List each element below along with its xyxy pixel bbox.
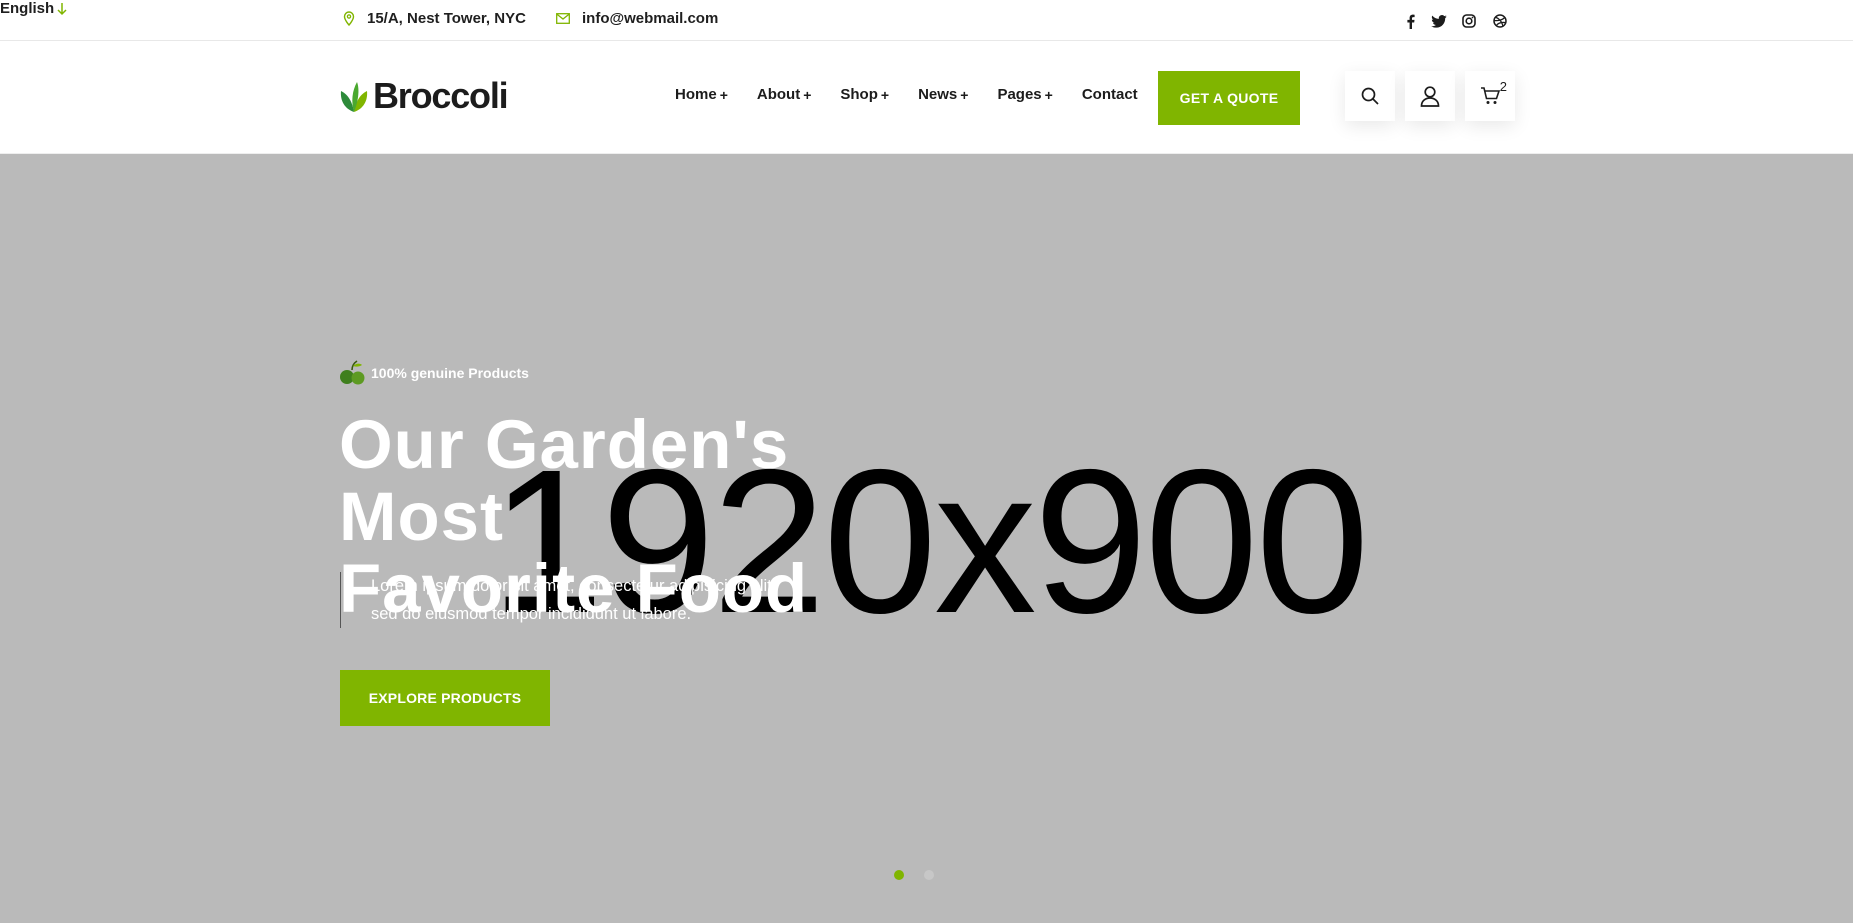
instagram-icon[interactable] <box>1460 12 1478 30</box>
nav-label: Home <box>675 86 717 103</box>
hero-desc-line-2: sed do eiusmod tempor incididunt ut labo… <box>371 605 692 623</box>
arrow-down-icon <box>57 2 67 15</box>
slider-pagination <box>894 870 954 880</box>
mail-icon <box>556 13 570 24</box>
hero-desc-line-1: Lorem ipsum dolor sit amet, consectetur … <box>371 577 777 595</box>
address-info: 15/A, Nest Tower, NYC <box>343 10 526 27</box>
fruit-icon <box>340 360 365 385</box>
nav-item-contact[interactable]: Contact <box>1082 86 1138 103</box>
nav-item-pages[interactable]: Pages + <box>997 86 1052 103</box>
nav-item-news[interactable]: News + <box>918 86 968 103</box>
nav-item-shop[interactable]: Shop + <box>840 86 889 103</box>
search-button[interactable] <box>1345 71 1395 121</box>
nav-item-about[interactable]: About + <box>757 86 812 103</box>
get-a-quote-button[interactable]: GET A QUOTE <box>1158 71 1300 125</box>
nav-label: Contact <box>1081 86 1138 103</box>
cart-icon <box>1481 87 1500 104</box>
slider-dot-1[interactable] <box>894 870 904 880</box>
nav-label: News <box>918 86 958 103</box>
twitter-icon[interactable] <box>1430 12 1448 30</box>
dribbble-icon[interactable] <box>1491 12 1509 30</box>
top-bar: 15/A, Nest Tower, NYC info@webmail.com E… <box>0 0 1853 41</box>
plus-icon: + <box>960 86 969 103</box>
email-text[interactable]: info@webmail.com <box>582 10 718 27</box>
hero-slider: 1920x900 100% genuine Products Our Garde… <box>0 154 1853 923</box>
cart-button[interactable]: 2 <box>1465 71 1515 121</box>
plus-icon: + <box>880 86 890 103</box>
email-info[interactable]: info@webmail.com <box>556 10 718 27</box>
location-pin-icon <box>343 11 355 26</box>
nav-label: Shop <box>840 86 878 103</box>
address-text: 15/A, Nest Tower, NYC <box>367 10 526 27</box>
nav-item-home[interactable]: Home + <box>675 86 728 103</box>
account-button[interactable] <box>1405 71 1455 121</box>
language-selector[interactable]: English <box>0 0 1853 17</box>
logo[interactable]: Broccoli <box>339 75 509 116</box>
main-nav: Home + About + Shop + News + Pages + Contact <box>675 86 1167 103</box>
search-icon <box>1361 87 1379 105</box>
nav-label: About <box>756 86 801 103</box>
logo-text: Broccoli <box>373 75 509 116</box>
slider-dot-2[interactable] <box>924 870 934 880</box>
leaf-logo-icon <box>340 82 368 112</box>
hero-tag-text: 100% genuine Products <box>371 365 529 381</box>
hero-description: Lorem ipsum dolor sit amet, consectetur … <box>340 572 820 628</box>
plus-icon: + <box>803 86 812 103</box>
cart-count-badge: 2 <box>1499 79 1507 94</box>
nav-label: Pages <box>997 86 1042 103</box>
language-label: English <box>0 0 55 17</box>
main-header: Broccoli Home + About + Shop + News + Pages +… <box>0 41 1853 154</box>
hero-tagline: 100% genuine Products <box>339 360 529 386</box>
plus-icon: + <box>1044 86 1053 103</box>
facebook-icon[interactable] <box>1401 12 1419 30</box>
plus-icon: + <box>719 86 728 103</box>
hero-title-line-1: Our Garden's Most <box>339 406 790 555</box>
explore-products-button[interactable]: EXPLORE PRODUCTS <box>340 670 550 726</box>
user-icon <box>1420 85 1440 107</box>
